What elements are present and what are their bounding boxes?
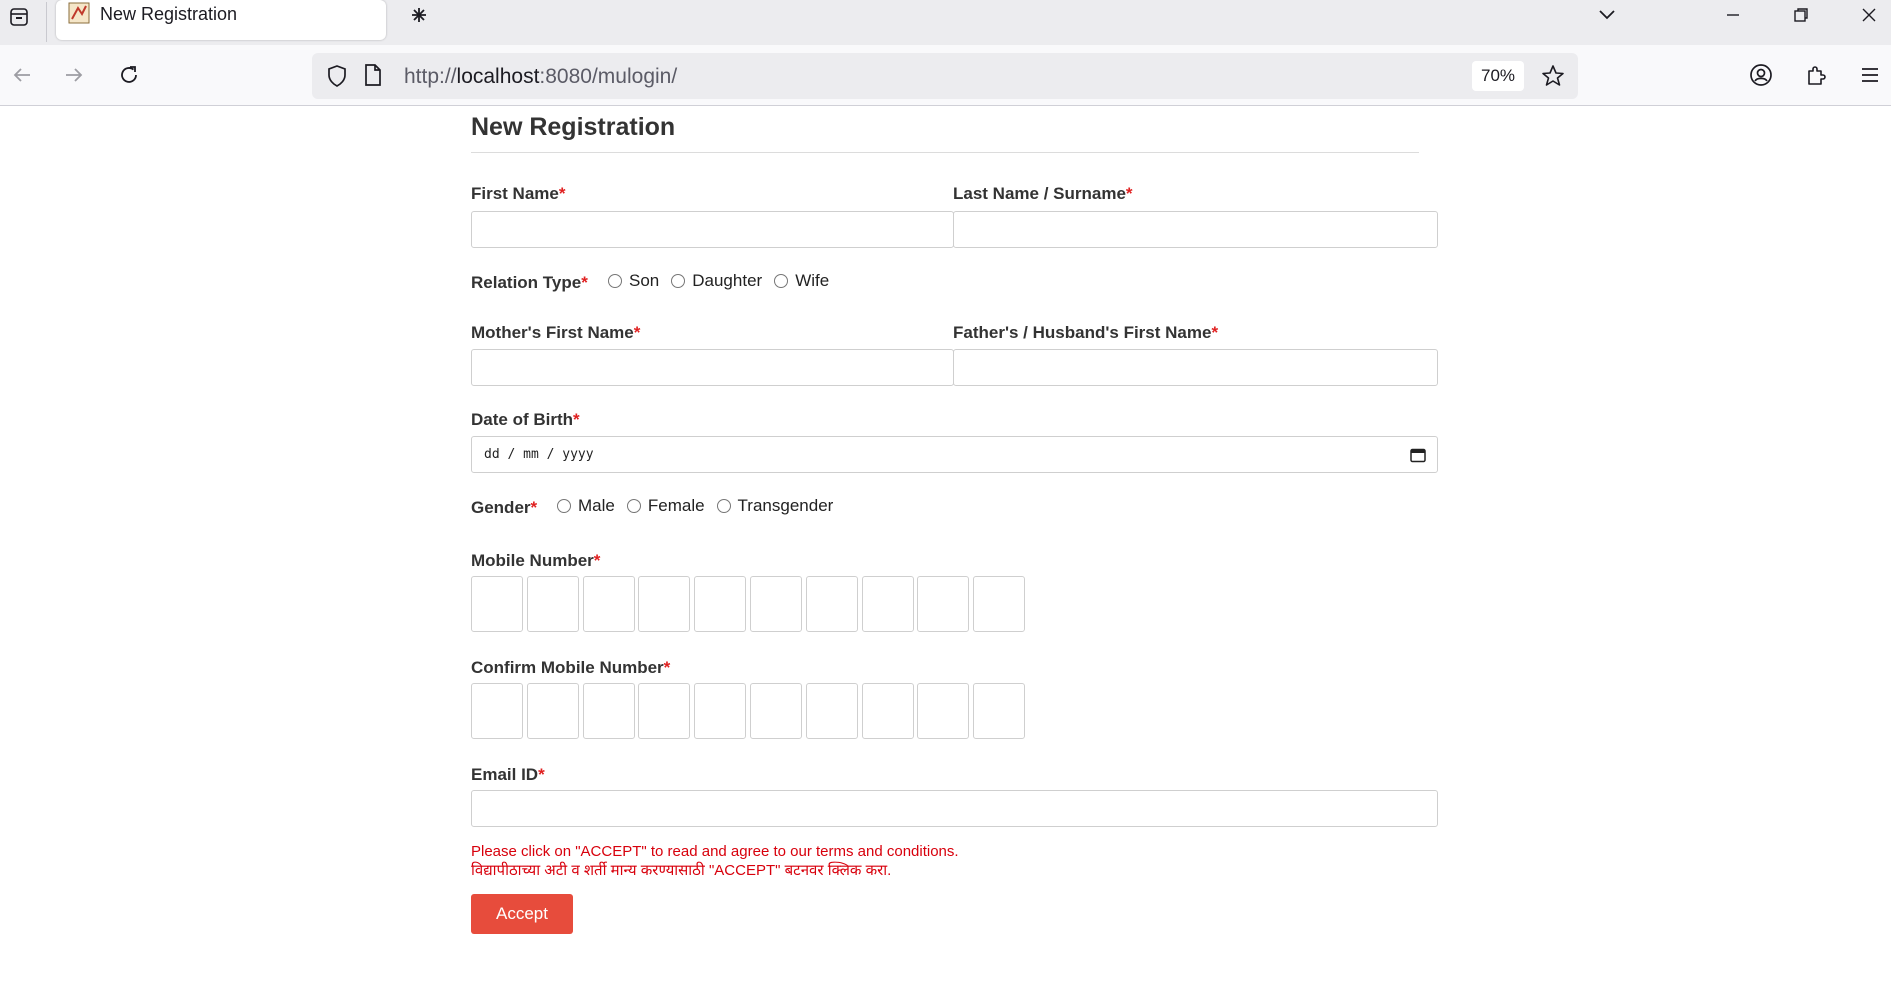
confirm-digit-2[interactable] [526, 683, 579, 739]
relation-option-daughter[interactable]: Daughter [671, 271, 762, 291]
confirm-digit-6[interactable] [749, 683, 802, 739]
page-content: New Registration First Name* Last Name /… [0, 107, 1891, 982]
confirm-digit-1[interactable] [471, 683, 523, 739]
dob-label: Date of Birth* [471, 410, 580, 429]
close-window-icon[interactable] [1844, 0, 1891, 30]
terms-notice: Please click on "ACCEPT" to read and agr… [471, 842, 959, 880]
forward-icon[interactable] [58, 59, 90, 91]
page-info-icon[interactable] [362, 63, 386, 89]
extensions-icon[interactable] [1800, 59, 1832, 91]
terms-notice-english: Please click on "ACCEPT" to read and agr… [471, 843, 959, 860]
tab-title: New Registration [100, 4, 238, 24]
account-icon[interactable] [1745, 59, 1777, 91]
first-name-label: First Name* [471, 184, 566, 203]
terms-notice-marathi: विद्यापीठाच्या अटी व शर्ती मान्य करण्यास… [471, 862, 892, 879]
navigation-toolbar: http://localhost:8080/mulogin/ 70% [0, 45, 1891, 106]
first-name-field[interactable] [471, 211, 954, 248]
favicon-icon [68, 2, 90, 24]
mobile-digit-3[interactable] [582, 576, 635, 632]
calendar-icon[interactable] [1409, 446, 1427, 464]
confirm-digit-4[interactable] [638, 683, 691, 739]
last-name-field[interactable] [953, 211, 1438, 248]
confirm-digit-8[interactable] [861, 683, 914, 739]
mother-name-field[interactable] [471, 349, 954, 386]
url-path: :8080/mulogin/ [539, 65, 678, 88]
relation-type-label: Relation Type* [471, 273, 588, 292]
mobile-digit-2[interactable] [526, 576, 579, 632]
wife-radio[interactable] [774, 274, 789, 288]
tab-manager-icon[interactable] [4, 2, 34, 32]
confirm-digit-7[interactable] [805, 683, 858, 739]
dob-placeholder: dd / mm / yyyy [484, 447, 594, 462]
list-all-tabs-icon[interactable] [1582, 0, 1632, 30]
son-radio[interactable] [608, 274, 622, 288]
mobile-digit-5[interactable] [694, 576, 747, 632]
gender-option-female[interactable]: Female [626, 496, 705, 516]
confirm-digit-10[interactable] [973, 683, 1026, 739]
accept-button[interactable]: Accept [471, 894, 573, 934]
tracking-protection-shield-icon[interactable] [324, 63, 350, 89]
url-host: localhost [456, 65, 540, 88]
email-label: Email ID* [471, 765, 545, 784]
transgender-radio[interactable] [716, 499, 731, 513]
tab-bar: New Registration [0, 0, 1891, 45]
last-name-label: Last Name / Surname* [953, 184, 1133, 203]
url-text[interactable]: http://localhost:8080/mulogin/ [404, 65, 677, 89]
father-name-label: Father's / Husband's First Name* [953, 323, 1219, 342]
male-radio[interactable] [557, 499, 571, 513]
gender-group: Male Female Transgender [557, 496, 845, 516]
url-bar[interactable]: http://localhost:8080/mulogin/ 70% [312, 53, 1578, 99]
mobile-digit-7[interactable] [805, 576, 858, 632]
tab-separator [46, 2, 47, 42]
new-tab-icon[interactable] [404, 0, 434, 30]
email-field[interactable] [471, 790, 1438, 827]
heading-divider [471, 152, 1419, 153]
confirm-mobile-digits [471, 683, 1029, 739]
menu-icon[interactable] [1854, 59, 1886, 91]
mobile-number-label: Mobile Number* [471, 551, 601, 570]
mobile-digit-9[interactable] [917, 576, 970, 632]
father-name-field[interactable] [953, 349, 1438, 386]
tab-active[interactable]: New Registration [56, 0, 425, 40]
female-radio[interactable] [626, 499, 641, 513]
back-icon[interactable] [6, 59, 38, 91]
minimize-icon[interactable] [1708, 0, 1758, 30]
gender-option-transgender[interactable]: Transgender [716, 496, 833, 516]
dob-field[interactable]: dd / mm / yyyy [471, 436, 1438, 473]
gender-label: Gender* [471, 498, 538, 517]
mobile-number-digits [471, 576, 1029, 632]
relation-option-son[interactable]: Son [608, 271, 659, 291]
mobile-digit-8[interactable] [861, 576, 914, 632]
mobile-digit-10[interactable] [973, 576, 1026, 632]
mobile-digit-6[interactable] [749, 576, 802, 632]
mobile-digit-4[interactable] [638, 576, 691, 632]
mobile-digit-1[interactable] [471, 576, 523, 632]
confirm-mobile-label: Confirm Mobile Number* [471, 658, 671, 677]
url-scheme: http:// [404, 65, 457, 88]
page-title: New Registration [471, 113, 676, 141]
mother-name-label: Mother's First Name* [471, 323, 641, 342]
restore-icon[interactable] [1776, 0, 1826, 30]
bookmark-star-icon[interactable] [1540, 63, 1566, 89]
confirm-digit-5[interactable] [694, 683, 747, 739]
daughter-radio[interactable] [671, 274, 686, 288]
relation-option-wife[interactable]: Wife [774, 271, 829, 291]
reload-icon[interactable] [113, 59, 145, 91]
relation-type-group: Son Daughter Wife [608, 271, 841, 291]
confirm-digit-3[interactable] [582, 683, 635, 739]
confirm-digit-9[interactable] [917, 683, 970, 739]
zoom-level-badge[interactable]: 70% [1472, 61, 1524, 91]
gender-option-male[interactable]: Male [557, 496, 615, 516]
